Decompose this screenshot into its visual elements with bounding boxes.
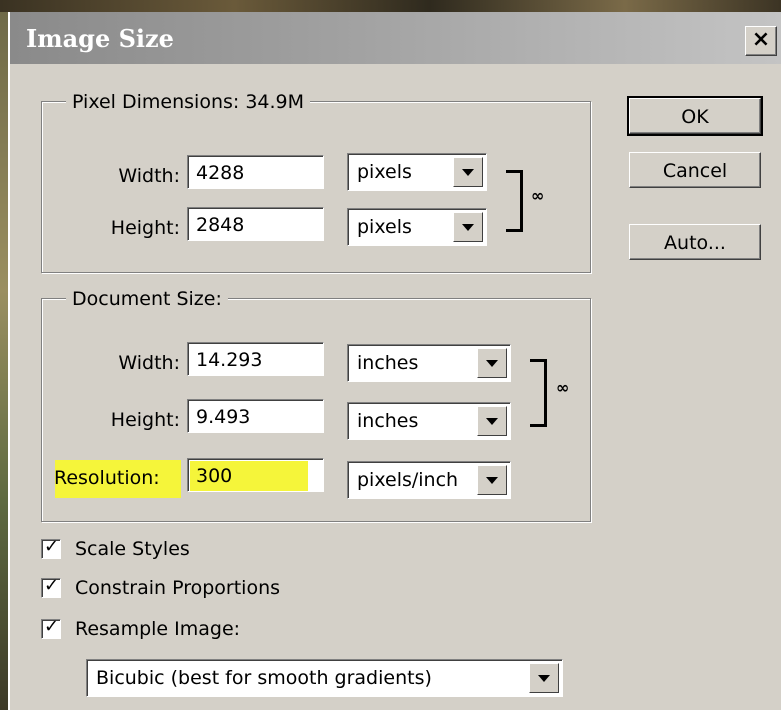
constrain-proportions-option[interactable]: ✓ Constrain Proportions <box>41 575 281 599</box>
chevron-down-icon[interactable] <box>453 212 483 242</box>
auto-button[interactable]: Auto... <box>629 224 761 260</box>
pixel-width-label: Width: <box>118 165 180 187</box>
pixel-height-unit-select[interactable]: pixels <box>347 208 487 246</box>
chevron-down-icon[interactable] <box>477 465 507 495</box>
close-button[interactable]: × <box>745 26 777 56</box>
doc-height-unit-select[interactable]: inches <box>347 402 511 440</box>
pixel-width-input[interactable]: 4288 <box>187 155 324 189</box>
close-icon: × <box>751 27 771 52</box>
resample-image-label: Resample Image: <box>75 618 241 640</box>
checkmark-icon: ✓ <box>44 575 60 596</box>
doc-width-unit-value: inches <box>357 352 419 374</box>
pixel-height-label: Height: <box>110 217 180 239</box>
pixel-width-unit-select[interactable]: pixels <box>347 153 487 191</box>
resample-image-option[interactable]: ✓ Resample Image: <box>41 616 241 640</box>
resample-image-checkbox[interactable]: ✓ <box>41 616 61 639</box>
doc-height-unit-value: inches <box>357 410 419 432</box>
chevron-down-icon[interactable] <box>477 348 507 378</box>
resolution-input[interactable]: 300 <box>187 458 324 492</box>
document-size-legend: Document Size: <box>66 288 228 310</box>
title-bar[interactable]: Image Size × <box>10 12 781 64</box>
ok-button[interactable]: OK <box>627 96 763 136</box>
doc-width-input[interactable]: 14.293 <box>187 342 324 376</box>
chevron-down-icon[interactable] <box>529 663 559 693</box>
constrain-proportions-checkbox[interactable]: ✓ <box>41 575 61 598</box>
resolution-value: 300 <box>196 465 233 487</box>
cancel-button[interactable]: Cancel <box>629 152 761 188</box>
chain-link-icon: ∞ <box>531 186 545 205</box>
doc-height-input[interactable]: 9.493 <box>187 399 324 433</box>
image-size-dialog: Image Size × Pixel Dimensions: 34.9M Wid… <box>8 12 781 710</box>
checkmark-icon: ✓ <box>44 536 60 557</box>
scale-styles-checkbox[interactable]: ✓ <box>41 536 61 559</box>
document-link-bracket <box>530 359 547 427</box>
scale-styles-label: Scale Styles <box>75 538 190 560</box>
dialog-title: Image Size <box>26 24 174 53</box>
doc-width-unit-select[interactable]: inches <box>347 344 511 382</box>
checkmark-icon: ✓ <box>44 616 60 637</box>
resample-method-select[interactable]: Bicubic (best for smooth gradients) <box>86 659 563 697</box>
resolution-unit-select[interactable]: pixels/inch <box>347 461 511 499</box>
resample-method-value: Bicubic (best for smooth gradients) <box>96 667 432 689</box>
constrain-proportions-label: Constrain Proportions <box>75 577 281 599</box>
pixel-width-unit-value: pixels <box>357 161 412 183</box>
resolution-label: Resolution: <box>54 467 160 489</box>
resolution-unit-value: pixels/inch <box>357 469 459 491</box>
doc-height-label: Height: <box>110 409 180 431</box>
chevron-down-icon[interactable] <box>453 157 483 187</box>
chevron-down-icon[interactable] <box>477 406 507 436</box>
background-photo-strip <box>0 0 781 12</box>
scale-styles-option[interactable]: ✓ Scale Styles <box>41 536 190 560</box>
pixel-height-input[interactable]: 2848 <box>187 207 324 241</box>
pixel-height-unit-value: pixels <box>357 216 412 238</box>
pixel-link-bracket <box>506 170 523 232</box>
doc-width-label: Width: <box>118 352 180 374</box>
pixel-dimensions-legend: Pixel Dimensions: 34.9M <box>66 91 311 113</box>
chain-link-icon: ∞ <box>556 378 570 397</box>
